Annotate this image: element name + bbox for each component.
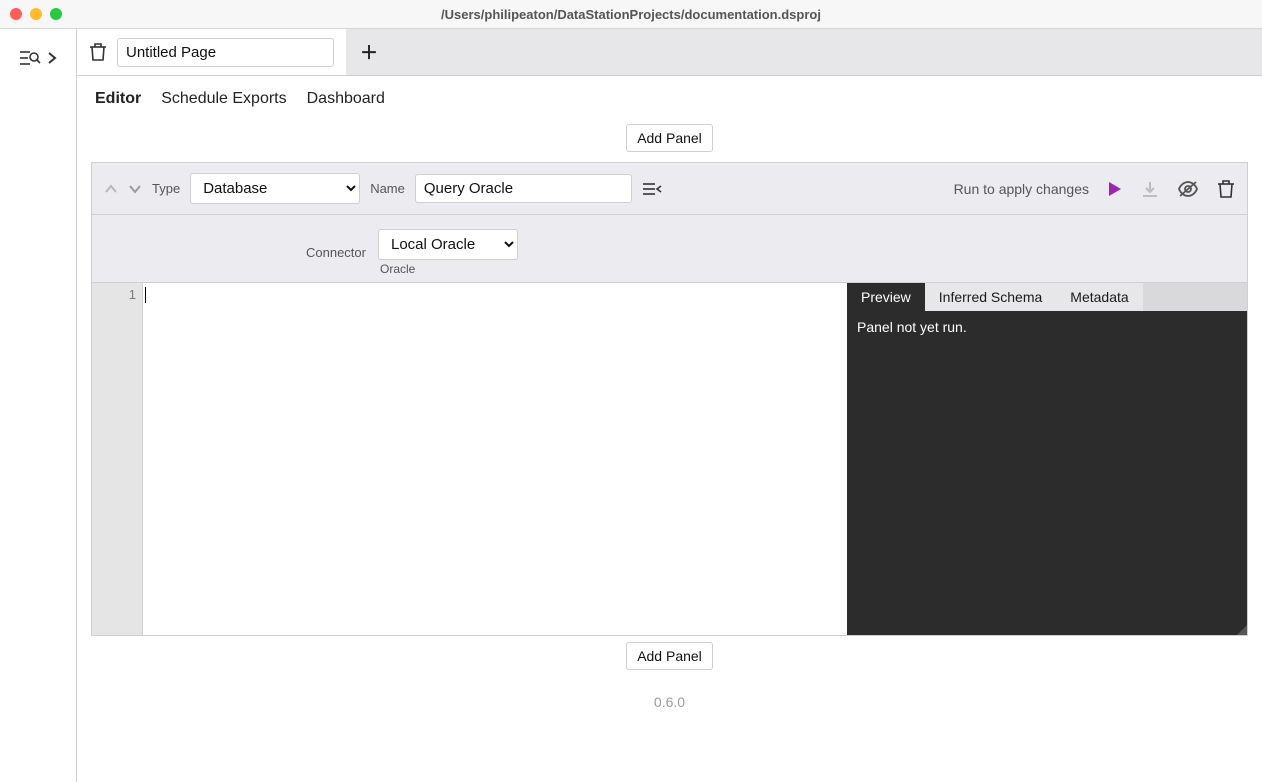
preview-message: Panel not yet run. bbox=[857, 319, 967, 335]
connector-select[interactable]: Local Oracle bbox=[378, 229, 518, 260]
code-editor[interactable] bbox=[143, 283, 847, 635]
window-controls bbox=[0, 8, 62, 20]
line-number: 1 bbox=[92, 287, 136, 302]
name-label: Name bbox=[370, 181, 405, 196]
nav-editor[interactable]: Editor bbox=[95, 90, 141, 108]
add-page-button[interactable]: ＋ bbox=[346, 39, 392, 65]
add-panel-button-bottom[interactable]: Add Panel bbox=[626, 642, 713, 670]
page-tabs: ＋ bbox=[77, 29, 1262, 76]
preview-tabs: Preview Inferred Schema Metadata bbox=[847, 283, 1247, 311]
window-titlebar: /Users/philipeaton/DataStationProjects/d… bbox=[0, 0, 1262, 29]
type-label: Type bbox=[152, 181, 180, 196]
code-gutter: 1 bbox=[92, 283, 143, 635]
preview-pane: Preview Inferred Schema Metadata Panel n… bbox=[847, 283, 1247, 635]
connector-kind: Oracle bbox=[380, 262, 415, 276]
tab-inferred-schema[interactable]: Inferred Schema bbox=[925, 283, 1057, 311]
text-caret bbox=[145, 287, 146, 303]
panel-config-row: Connector Local Oracle Oracle bbox=[92, 215, 1247, 282]
move-panel-up-icon[interactable] bbox=[104, 184, 118, 194]
sidebar bbox=[0, 29, 77, 782]
delete-panel-icon[interactable] bbox=[1217, 179, 1235, 199]
panel-header: Type Database Name bbox=[92, 163, 1247, 215]
download-icon[interactable] bbox=[1141, 180, 1159, 198]
run-panel-icon[interactable] bbox=[1107, 181, 1123, 197]
panel-name-input[interactable] bbox=[415, 174, 632, 203]
app-version: 0.6.0 bbox=[77, 680, 1262, 728]
panel-body: 1 Preview Inferred Schema Metadata Panel… bbox=[92, 282, 1247, 635]
page-tab[interactable] bbox=[77, 29, 346, 75]
tab-metadata[interactable]: Metadata bbox=[1056, 283, 1142, 311]
panel: Type Database Name bbox=[91, 162, 1248, 636]
run-hint: Run to apply changes bbox=[954, 181, 1089, 197]
preview-content: Panel not yet run. bbox=[847, 311, 1247, 635]
editor-nav: Editor Schedule Exports Dashboard bbox=[77, 76, 1262, 118]
connector-label: Connector bbox=[306, 245, 366, 260]
nav-dashboard[interactable]: Dashboard bbox=[307, 90, 385, 108]
tab-preview[interactable]: Preview bbox=[847, 283, 925, 311]
add-panel-button-top[interactable]: Add Panel bbox=[626, 124, 713, 152]
minimize-window-icon[interactable] bbox=[30, 8, 42, 20]
resize-handle-icon[interactable] bbox=[1237, 625, 1247, 635]
move-panel-down-icon[interactable] bbox=[128, 184, 142, 194]
window-title: /Users/philipeaton/DataStationProjects/d… bbox=[0, 7, 1262, 22]
zoom-window-icon[interactable] bbox=[50, 8, 62, 20]
visibility-off-icon[interactable] bbox=[1177, 180, 1199, 198]
close-window-icon[interactable] bbox=[10, 8, 22, 20]
collapse-details-icon[interactable] bbox=[642, 181, 662, 197]
page-name-input[interactable] bbox=[117, 38, 334, 67]
nav-schedule-exports[interactable]: Schedule Exports bbox=[161, 90, 286, 108]
chevron-right-icon[interactable] bbox=[47, 51, 57, 65]
delete-page-icon[interactable] bbox=[89, 42, 107, 62]
filter-search-icon[interactable] bbox=[19, 49, 41, 67]
panel-type-select[interactable]: Database bbox=[190, 173, 360, 204]
